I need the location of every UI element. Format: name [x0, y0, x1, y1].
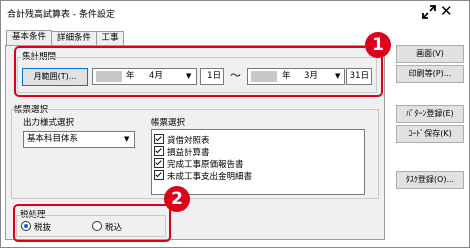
report-item-label: 損益計算書 — [167, 148, 210, 158]
checkbox[interactable] — [154, 158, 164, 168]
report-item-label: 完成工事原価報告書 — [167, 160, 244, 170]
report-item-income-statement[interactable]: 損益計算書 — [154, 146, 210, 158]
tab-label: 基本条件 — [11, 32, 46, 42]
close-icon[interactable]: ✕ — [440, 4, 453, 19]
output-format-select[interactable]: 基本科目体系 ▼ — [23, 131, 135, 148]
tab-label: 工事 — [101, 33, 119, 43]
tab-detail-conditions[interactable]: 詳細条件 — [51, 31, 97, 45]
report-list[interactable]: 貸借対照表 損益計算書 完成工事原価報告書 未成工事支出金明細書 — [151, 129, 365, 195]
report-item-label: 貸借対照表 — [167, 136, 210, 146]
output-format-label: 出力様式選択 — [23, 118, 75, 128]
annotation-badge-1: 1 — [365, 32, 391, 58]
task-register-button[interactable]: ﾀｽｸ登録(O)... — [396, 171, 464, 189]
condition-settings-window: 合計残高試算表 - 条件設定 ✕ 基本条件 詳細条件 工事 集計期間 月範囲(T… — [0, 0, 470, 248]
annotation-box-1 — [14, 46, 383, 97]
code-save-button[interactable]: ｺｰﾄﾞ保存(K) — [396, 125, 464, 143]
tab-label: 詳細条件 — [56, 33, 91, 43]
annotation-badge-2: 2 — [164, 186, 190, 212]
checkbox[interactable] — [154, 134, 164, 144]
pattern-register-button[interactable]: ﾊﾟﾀｰﾝ登録(E) — [396, 105, 464, 123]
screen-button[interactable]: 画面(V) — [396, 45, 464, 63]
checkbox[interactable] — [154, 170, 164, 180]
chevron-down-icon[interactable]: ▼ — [124, 132, 129, 147]
report-list-label: 帳票選択 — [151, 118, 186, 128]
annotation-box-2 — [13, 204, 171, 242]
print-button[interactable]: 印刷等(P)... — [396, 65, 464, 83]
tab-construction[interactable]: 工事 — [96, 31, 124, 45]
tab-basic-conditions[interactable]: 基本条件 — [6, 30, 52, 46]
report-item-wip-expenditure-statement[interactable]: 未成工事支出金明細書 — [154, 170, 253, 182]
checkbox[interactable] — [154, 146, 164, 156]
report-item-construction-cost-report[interactable]: 完成工事原価報告書 — [154, 158, 244, 170]
output-format-value: 基本科目体系 — [27, 134, 79, 144]
window-title: 合計残高試算表 - 条件設定 — [7, 10, 115, 20]
report-item-label: 未成工事支出金明細書 — [167, 172, 253, 182]
report-item-balance-sheet[interactable]: 貸借対照表 — [154, 134, 210, 146]
title-bar: 合計残高試算表 - 条件設定 ✕ — [1, 1, 469, 25]
expand-icon[interactable] — [420, 3, 438, 21]
